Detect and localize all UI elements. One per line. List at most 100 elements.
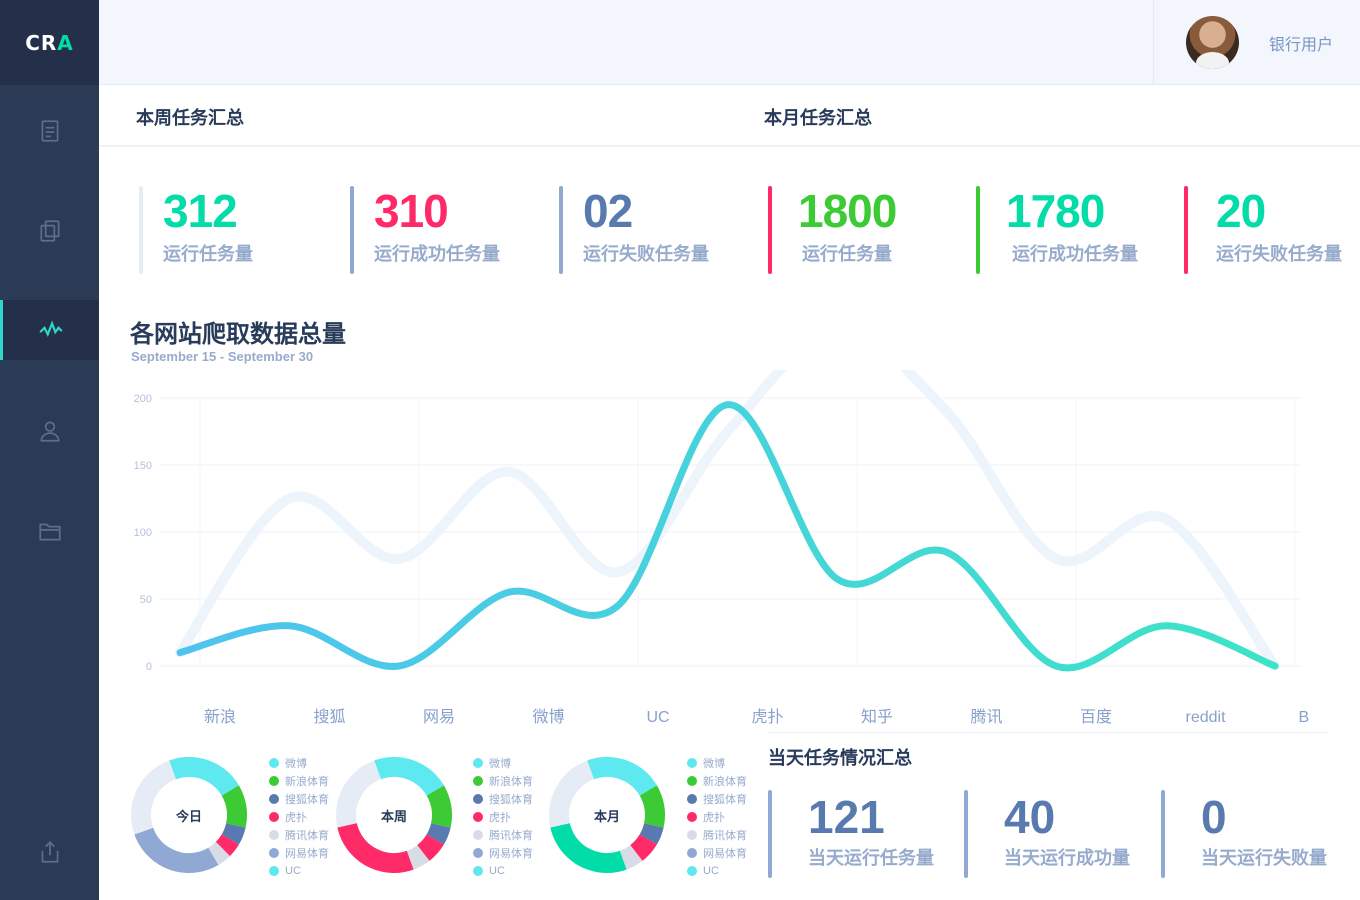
legend-item[interactable]: 搜狐体育 xyxy=(687,790,747,808)
stat-bar xyxy=(1184,186,1188,274)
legend-dot xyxy=(687,758,697,768)
legend-label: 网易体育 xyxy=(703,848,747,860)
activity-icon xyxy=(39,320,63,337)
data-point[interactable] xyxy=(1272,663,1278,669)
x-tick-label: 腾讯 xyxy=(970,708,1002,726)
legend-dot xyxy=(687,830,697,840)
stat-bar xyxy=(976,186,980,274)
user-menu[interactable]: 银行用户 xyxy=(1153,0,1360,85)
legend-label: 搜狐体育 xyxy=(285,794,329,806)
copy-icon xyxy=(39,220,60,242)
legend-item[interactable]: 微博 xyxy=(687,754,747,772)
legend-item[interactable]: 腾讯体育 xyxy=(473,826,533,844)
legend-label: 新浪体育 xyxy=(489,776,533,788)
y-tick-label: 150 xyxy=(134,460,152,472)
stat-bar xyxy=(964,790,968,878)
stat-label: 运行任务量 xyxy=(163,244,253,264)
data-point[interactable] xyxy=(944,549,950,555)
stat-value: 1800 xyxy=(798,185,897,237)
x-tick-label: UC xyxy=(646,709,669,726)
month-stat-success: 1780 运行成功任务量 xyxy=(976,186,1138,274)
data-point[interactable] xyxy=(615,603,621,609)
sidebar-item-document[interactable] xyxy=(0,101,99,161)
x-tick-label: 知乎 xyxy=(861,708,893,726)
legend-item[interactable]: 虎扑 xyxy=(687,808,747,826)
data-point[interactable] xyxy=(725,402,731,408)
legend-dot xyxy=(473,830,483,840)
legend-dot xyxy=(269,848,279,858)
sidebar-item-user[interactable] xyxy=(0,401,99,461)
legend-label: 搜狐体育 xyxy=(489,794,533,806)
legend-dot xyxy=(473,848,483,858)
stat-bar xyxy=(1161,790,1165,878)
legend-label: 虎扑 xyxy=(285,812,307,824)
legend-item[interactable]: 新浪体育 xyxy=(473,772,533,790)
export-icon xyxy=(41,841,58,863)
data-point[interactable] xyxy=(287,623,293,629)
legend-label: 微博 xyxy=(703,758,725,770)
legend-item[interactable]: 虎扑 xyxy=(269,808,329,826)
user-name[interactable]: 银行用户 xyxy=(1269,31,1333,55)
legend-label: 腾讯体育 xyxy=(489,830,533,842)
legend-item[interactable]: 微博 xyxy=(473,754,533,772)
data-point[interactable] xyxy=(506,589,512,595)
legend-month: 微博 新浪体育 搜狐体育 虎扑 腾讯体育 网易体育 UC xyxy=(687,754,747,880)
legend-item[interactable]: 搜狐体育 xyxy=(473,790,533,808)
data-point[interactable] xyxy=(1163,623,1169,629)
stat-label: 运行成功任务量 xyxy=(1012,244,1138,264)
sidebar-item-export[interactable] xyxy=(0,822,99,882)
legend-dot xyxy=(473,866,483,876)
top-bar: 银行用户 xyxy=(99,0,1360,85)
today-stat-success: 40 当天运行成功量 xyxy=(964,790,1130,878)
today-stat-total: 121 当天运行任务量 xyxy=(768,790,934,878)
section-divider xyxy=(99,145,1360,147)
stat-value: 0 xyxy=(1201,791,1227,843)
legend-item[interactable]: UC xyxy=(687,862,747,880)
user-icon xyxy=(39,421,60,442)
y-tick-label: 0 xyxy=(146,661,152,673)
avatar[interactable] xyxy=(1186,16,1239,69)
logo[interactable]: CRA xyxy=(0,0,99,85)
stat-value: 121 xyxy=(808,791,885,843)
document-icon xyxy=(41,120,58,142)
legend-dot xyxy=(473,758,483,768)
sidebar-item-copy[interactable] xyxy=(0,201,99,261)
legend-item[interactable]: 腾讯体育 xyxy=(269,826,329,844)
legend-label: UC xyxy=(703,865,719,877)
legend-item[interactable]: UC xyxy=(269,862,329,880)
legend-item[interactable]: 搜狐体育 xyxy=(269,790,329,808)
legend-item[interactable]: 虎扑 xyxy=(473,808,533,826)
sidebar-item-folder[interactable] xyxy=(0,501,99,561)
legend-dot xyxy=(269,776,279,786)
logo-text: CR xyxy=(25,30,58,55)
stat-bar xyxy=(350,186,354,274)
legend-dot xyxy=(269,794,279,804)
data-point[interactable] xyxy=(1053,663,1059,669)
donut-label-today: 今日 xyxy=(175,808,202,824)
legend-dot xyxy=(473,794,483,804)
data-point[interactable] xyxy=(396,663,402,669)
legend-label: 新浪体育 xyxy=(703,776,747,788)
legend-today: 微博 新浪体育 搜狐体育 虎扑 腾讯体育 网易体育 UC xyxy=(269,754,329,880)
legend-item[interactable]: 网易体育 xyxy=(687,844,747,862)
legend-label: 腾讯体育 xyxy=(703,830,747,842)
x-tick-label: 虎扑 xyxy=(751,708,783,726)
legend-item[interactable]: 网易体育 xyxy=(269,844,329,862)
data-point[interactable] xyxy=(834,576,840,582)
stat-value: 312 xyxy=(163,185,238,237)
stat-value: 20 xyxy=(1216,185,1266,237)
legend-item[interactable]: 网易体育 xyxy=(473,844,533,862)
legend-item[interactable]: 新浪体育 xyxy=(269,772,329,790)
legend-item[interactable]: UC xyxy=(473,862,533,880)
legend-item[interactable]: 新浪体育 xyxy=(687,772,747,790)
sidebar-item-activity[interactable] xyxy=(0,300,99,360)
stat-bar xyxy=(768,186,772,274)
stat-bar xyxy=(768,790,772,878)
data-point[interactable] xyxy=(177,650,183,656)
x-tick-label: 搜狐 xyxy=(313,708,345,726)
legend-dot xyxy=(269,758,279,768)
crawl-volume-chart: 0 50 100 150 200 新浪 搜狐 网易 微博 UC 虎扑 知乎 腾讯 百度 reddit BBC xyxy=(134,370,1310,726)
legend-item[interactable]: 腾讯体育 xyxy=(687,826,747,844)
legend-item[interactable]: 微博 xyxy=(269,754,329,772)
legend-label: 网易体育 xyxy=(285,848,329,860)
